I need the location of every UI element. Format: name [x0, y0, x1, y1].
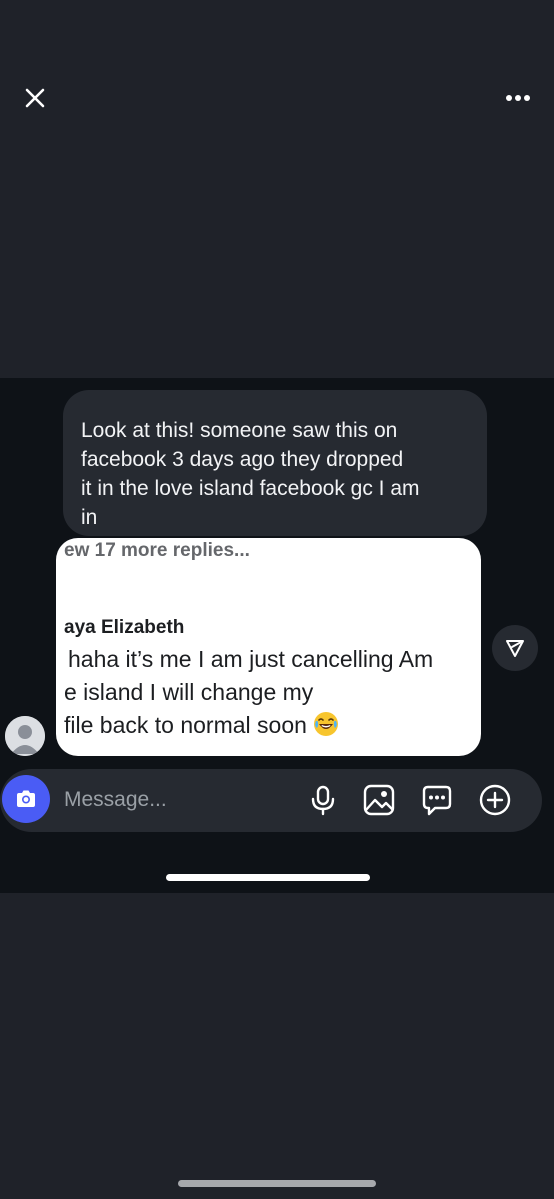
comment-line: file back to normal soon	[64, 710, 339, 740]
message-bubble: Look at this! someone saw this on facebo…	[63, 390, 487, 536]
message-line: facebook 3 days ago they dropped	[81, 448, 404, 471]
default-avatar-icon	[5, 716, 45, 756]
home-indicator-inner	[166, 874, 370, 881]
message-line: in	[81, 506, 98, 529]
plus-circle-icon	[479, 784, 511, 816]
comment-line: e island I will change my	[64, 679, 314, 705]
send-icon	[506, 640, 524, 657]
microphone-icon	[311, 785, 335, 816]
add-button[interactable]	[478, 783, 512, 817]
camera-icon	[17, 790, 35, 807]
facebook-comment-card[interactable]: ew 17 more replies... aya Elizabeth haha…	[56, 538, 481, 756]
more-options-button[interactable]	[502, 86, 534, 110]
camera-button[interactable]	[2, 775, 50, 823]
gallery-icon	[363, 784, 395, 816]
avatar[interactable]	[5, 716, 45, 756]
home-indicator[interactable]	[178, 1180, 376, 1187]
shared-screenshot: Look at this! someone saw this on facebo…	[0, 378, 554, 893]
more-horizontal-icon	[506, 95, 530, 101]
sticker-icon	[422, 785, 452, 816]
message-input[interactable]	[64, 785, 294, 815]
share-button[interactable]	[492, 625, 538, 671]
gallery-button[interactable]	[362, 783, 396, 817]
comment-line-text: file back to normal soon	[64, 712, 307, 738]
close-icon	[25, 88, 45, 108]
close-button[interactable]	[21, 84, 49, 112]
sticker-button[interactable]	[420, 783, 454, 817]
message-line: Look at this! someone saw this on	[81, 419, 398, 442]
comment-line: haha it’s me I am just cancelling Am	[68, 646, 434, 672]
more-replies-link[interactable]: ew 17 more replies...	[64, 540, 250, 562]
commenter-name: aya Elizabeth	[64, 617, 185, 638]
laughing-crying-emoji-icon	[313, 712, 338, 736]
message-composer	[0, 769, 542, 832]
message-line: it in the love island facebook gc I am	[81, 477, 420, 500]
microphone-button[interactable]	[306, 783, 340, 817]
